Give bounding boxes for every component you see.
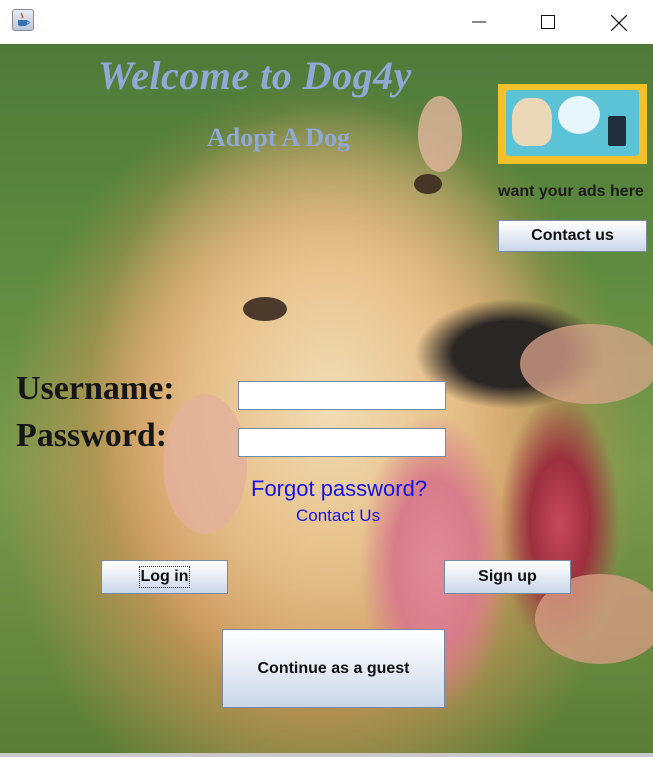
page-subtitle: Adopt A Dog <box>207 123 351 152</box>
signup-button[interactable]: Sign up <box>444 560 571 594</box>
ad-dog-graphic <box>512 98 552 146</box>
username-input[interactable] <box>238 381 446 410</box>
minimize-button[interactable] <box>444 0 514 44</box>
contact-us-link[interactable]: Contact Us <box>296 506 380 526</box>
contact-us-ad-button[interactable]: Contact us <box>498 220 647 252</box>
close-icon <box>611 15 627 31</box>
continue-as-guest-button[interactable]: Continue as a guest <box>222 629 445 708</box>
close-button[interactable] <box>583 0 653 44</box>
continue-as-guest-label: Continue as a guest <box>257 659 410 677</box>
login-button-label: Log in <box>138 566 191 588</box>
window-bottom-border <box>0 753 653 757</box>
minimize-icon <box>472 21 486 23</box>
ad-food-bag-graphic <box>608 116 626 146</box>
ad-text: want your ads here <box>498 183 644 200</box>
signup-button-label: Sign up <box>478 568 537 585</box>
page-title: Welcome to Dog4y <box>98 53 412 98</box>
maximize-icon <box>541 15 555 29</box>
contact-us-ad-label: Contact us <box>531 227 614 244</box>
maximize-button[interactable] <box>513 0 583 44</box>
login-button[interactable]: Log in <box>101 560 228 594</box>
password-label: Password: <box>16 417 168 454</box>
forgot-password-link[interactable]: Forgot password? <box>251 476 427 502</box>
background-dog-photo: Welcome to Dog4y Adopt A Dog want your a… <box>0 44 653 753</box>
ad-banner-image[interactable] <box>498 84 647 164</box>
java-coffee-cup-icon[interactable] <box>12 9 34 31</box>
ad-bubble-graphic <box>558 96 600 134</box>
password-input[interactable] <box>238 428 446 457</box>
window-titlebar <box>0 0 653 44</box>
username-label: Username: <box>16 370 175 407</box>
